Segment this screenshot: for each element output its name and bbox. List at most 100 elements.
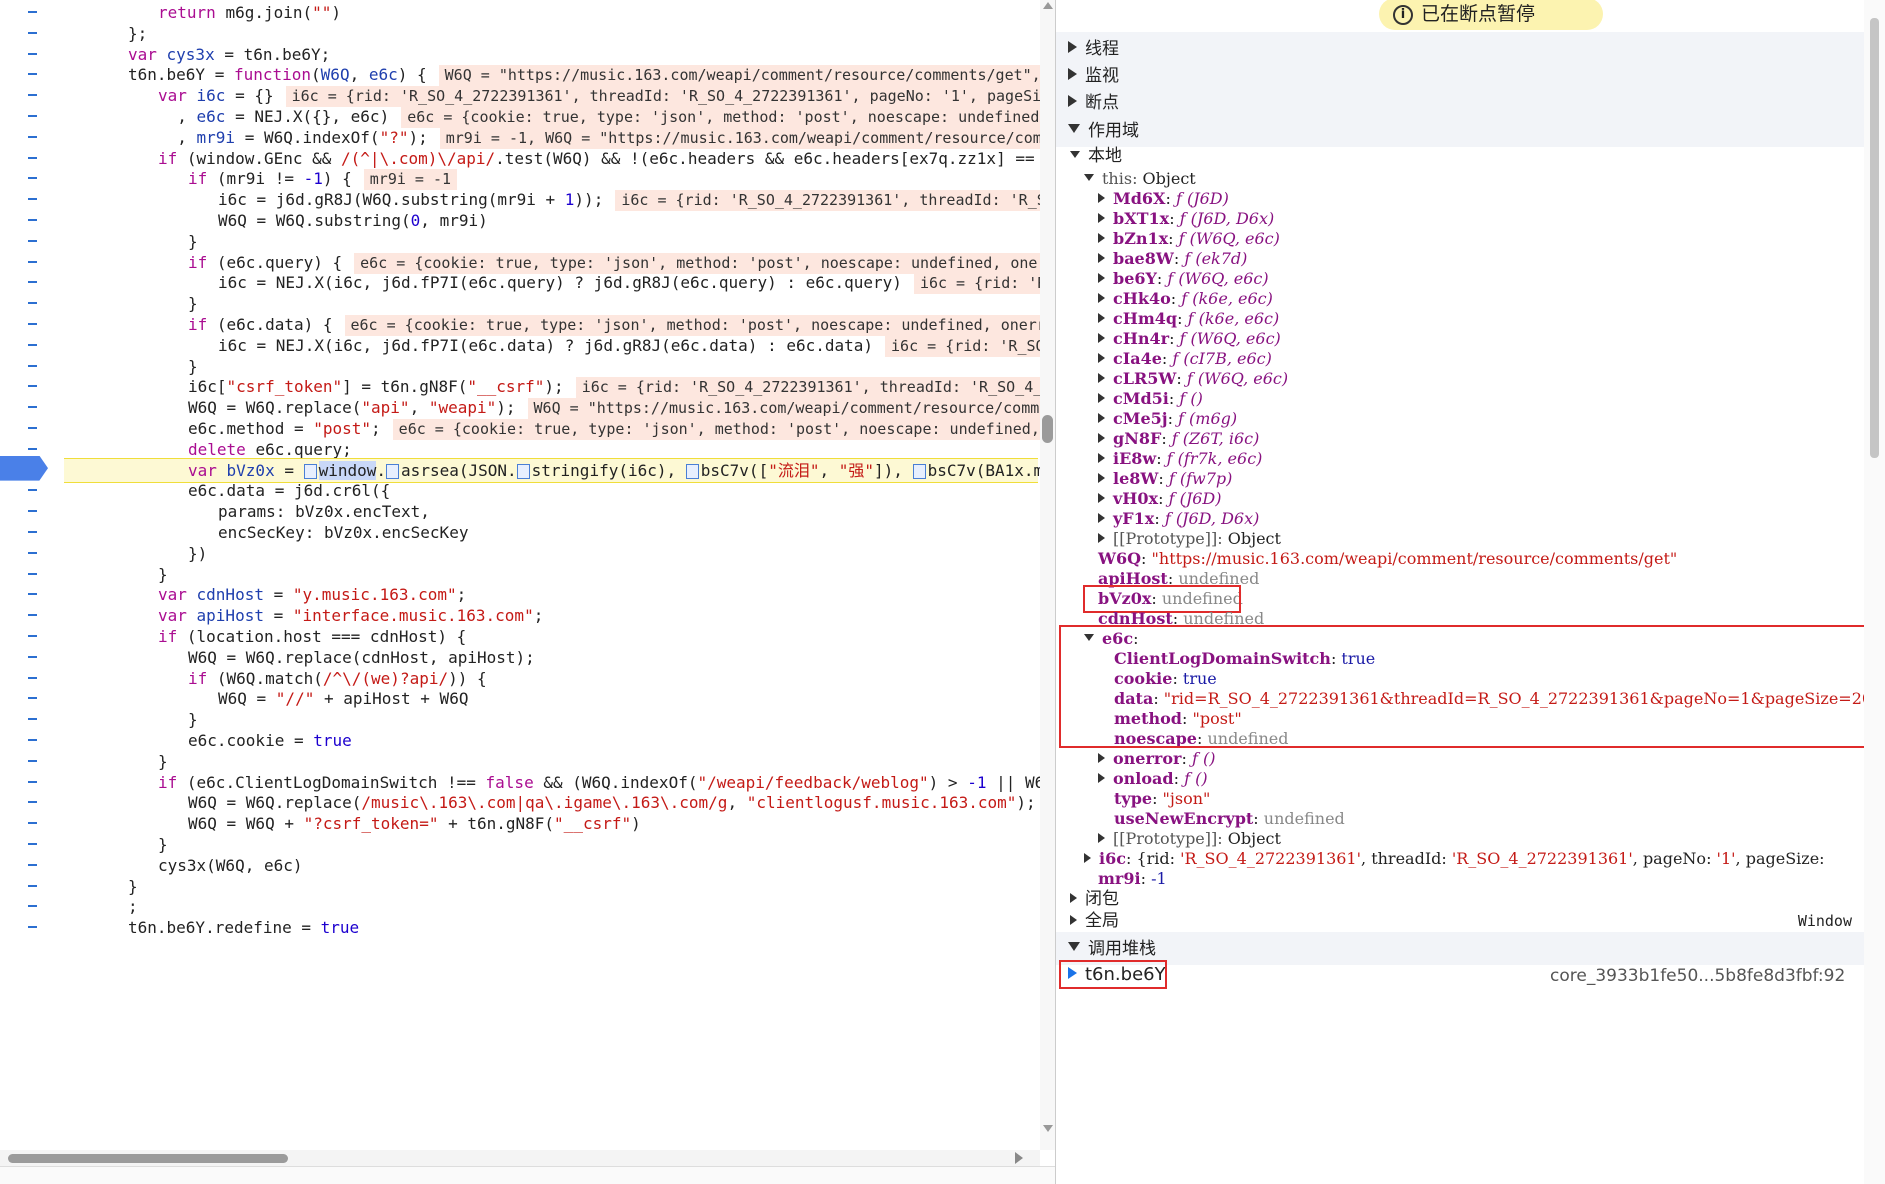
editor-horizontal-scrollbar[interactable] bbox=[0, 1150, 1040, 1166]
code-line[interactable]: t6n.be6Y.redefine = true bbox=[68, 915, 359, 940]
code-token: var bbox=[188, 460, 227, 480]
function-signature: ƒ (k6e, e6c) bbox=[1181, 289, 1273, 308]
code-token: W6Q = W6Q + bbox=[188, 814, 304, 834]
code-token: i6c = NEJ.X(i6c, j6d.fP7I(e6c.data) ? j6… bbox=[218, 335, 874, 355]
info-icon: i bbox=[1393, 5, 1413, 25]
local-i6c-row[interactable]: i6c: {rid: 'R_SO_4_2722391361', threadId… bbox=[1084, 847, 1825, 871]
code-token: "clientlogusf.music.163.com" bbox=[746, 793, 1017, 813]
code-token: } bbox=[188, 356, 198, 376]
line-dash-icon bbox=[28, 135, 37, 138]
code-line[interactable]: i6c = NEJ.X(i6c, j6d.fP7I(e6c.query) ? j… bbox=[68, 270, 1055, 295]
line-dash-icon bbox=[28, 510, 37, 513]
code-token: params: bVz0x.encText, bbox=[218, 502, 430, 522]
code-token: t6n.be6Y.redefine = bbox=[128, 918, 321, 938]
inline-breakpoint-icon[interactable] bbox=[303, 463, 317, 479]
function-signature: ƒ (m6g) bbox=[1178, 409, 1238, 428]
property-key: Md6X bbox=[1113, 189, 1166, 208]
expand-right-icon bbox=[1084, 852, 1091, 863]
separator: : bbox=[1158, 489, 1169, 508]
function-signature: ƒ (W6Q, e6c) bbox=[1186, 369, 1289, 388]
function-signature: ƒ (fr7k, e6c) bbox=[1166, 449, 1263, 468]
scroll-right-arrow-icon[interactable] bbox=[1015, 1152, 1023, 1164]
scope-closure-row[interactable]: 闭包 bbox=[1070, 887, 1119, 911]
callstack-section-header[interactable]: 调用堆栈 bbox=[1068, 934, 1156, 962]
function-signature: ƒ (W6Q, e6c) bbox=[1179, 329, 1281, 348]
line-gutter[interactable] bbox=[0, 0, 62, 1150]
code-token: "?" bbox=[379, 127, 409, 147]
expand-right-icon bbox=[1098, 472, 1105, 483]
code-token: e6c.query; bbox=[255, 439, 352, 459]
separator: : bbox=[1161, 349, 1173, 368]
inline-breakpoint-icon[interactable] bbox=[386, 463, 400, 479]
scroll-down-arrow-icon[interactable] bbox=[1043, 1125, 1053, 1132]
separator: : bbox=[1158, 469, 1169, 488]
scope-local-row[interactable]: 本地 bbox=[1070, 144, 1122, 168]
editor-vertical-scrollbar[interactable] bbox=[1040, 0, 1055, 1150]
code-token: } bbox=[188, 231, 198, 251]
sidebar-scrollbar[interactable] bbox=[1864, 0, 1885, 1184]
inline-breakpoint-icon[interactable] bbox=[912, 463, 926, 479]
code-token: cys3x(W6Q, e6c) bbox=[158, 855, 303, 875]
code-token: ( bbox=[311, 65, 321, 85]
property-key: cLR5W bbox=[1113, 369, 1177, 388]
function-signature: ƒ (W6Q, e6c) bbox=[1167, 269, 1269, 288]
code-token: cdnHost bbox=[196, 585, 264, 605]
code-token: = bbox=[263, 606, 293, 626]
code-token: "y.music.163.com" bbox=[292, 585, 457, 605]
code-token: (e6c.data) { bbox=[216, 315, 333, 334]
function-signature: ƒ (J6D, D6x) bbox=[1179, 209, 1275, 228]
scope-global-row[interactable]: 全局 Window bbox=[1070, 909, 1852, 933]
expand-down-icon bbox=[1084, 174, 1094, 181]
breakpoints-section-header[interactable]: 断点 bbox=[1068, 88, 1119, 116]
threads-section-header[interactable]: 线程 bbox=[1068, 34, 1119, 62]
line-dash-icon bbox=[28, 572, 37, 575]
separator: : bbox=[1154, 509, 1165, 528]
separator: : bbox=[1176, 369, 1187, 388]
gutter-line[interactable] bbox=[0, 915, 62, 940]
code-token: if bbox=[188, 169, 217, 189]
code-token: -1 bbox=[303, 169, 323, 189]
line-dash-icon bbox=[28, 260, 37, 263]
watch-section-header[interactable]: 监视 bbox=[1068, 61, 1119, 89]
code-token: "?csrf_token=" bbox=[303, 814, 439, 834]
scroll-up-arrow-icon[interactable] bbox=[1043, 2, 1053, 9]
property-key: yF1x bbox=[1113, 509, 1155, 528]
code-token: bsC7v([ bbox=[700, 460, 769, 480]
editor-vscroll-thumb[interactable] bbox=[1042, 415, 1053, 443]
property-key: bZn1x bbox=[1113, 229, 1169, 248]
code-token: mr9i bbox=[196, 127, 236, 147]
line-dash-icon bbox=[28, 177, 37, 180]
inline-breakpoint-icon[interactable] bbox=[685, 463, 699, 479]
sidebar-scroll-thumb[interactable] bbox=[1870, 18, 1879, 458]
property-key: cHk4o bbox=[1113, 289, 1171, 308]
code-token: (e6c.ClientLogDomainSwitch !== bbox=[186, 772, 486, 792]
code-token: W6Q = W6Q.replace( bbox=[188, 793, 362, 813]
property-key: bae8W bbox=[1113, 249, 1174, 268]
code-token: i6c = NEJ.X(i6c, j6d.fP7I(e6c.query) ? j… bbox=[218, 273, 902, 293]
callstack-frame-location[interactable]: core_3933b1fe50...5b8fe8d3fbf:92 bbox=[1550, 963, 1845, 989]
code-token: true bbox=[313, 731, 352, 750]
expand-right-icon bbox=[1098, 232, 1105, 243]
line-dash-icon bbox=[28, 343, 37, 346]
inline-breakpoint-icon[interactable] bbox=[516, 463, 530, 479]
scope-section-header[interactable]: 作用域 bbox=[1068, 116, 1139, 144]
expand-right-icon bbox=[1068, 40, 1077, 53]
code-token: e6c.method = bbox=[188, 419, 314, 438]
code-token: delete bbox=[188, 439, 256, 459]
code-token: /music\.163\.com|qa\.igame\.163\.com/g bbox=[361, 793, 728, 813]
line-dash-icon bbox=[28, 447, 37, 450]
code-token: "post" bbox=[313, 419, 372, 438]
code-token: )) { bbox=[448, 668, 487, 688]
expand-right-icon bbox=[1098, 492, 1105, 503]
code-line[interactable]: i6c = NEJ.X(i6c, j6d.fP7I(e6c.data) ? j6… bbox=[68, 333, 1055, 358]
code-editor[interactable]: return m6g.join("")}; var cys3x = t6n.be6… bbox=[0, 0, 1055, 1184]
editor-hscroll-thumb[interactable] bbox=[8, 1154, 288, 1163]
callstack-section-bg bbox=[1056, 932, 1864, 965]
breakpoint-marker-icon[interactable] bbox=[0, 455, 48, 481]
code-token: e6c.data = j6d.cr6l({ bbox=[188, 481, 391, 501]
code-token: ; bbox=[533, 606, 544, 626]
expand-right-icon bbox=[1098, 212, 1105, 223]
code-token: i6c bbox=[196, 86, 226, 106]
line-dash-icon bbox=[28, 655, 37, 658]
code-token: ) > bbox=[928, 772, 968, 792]
